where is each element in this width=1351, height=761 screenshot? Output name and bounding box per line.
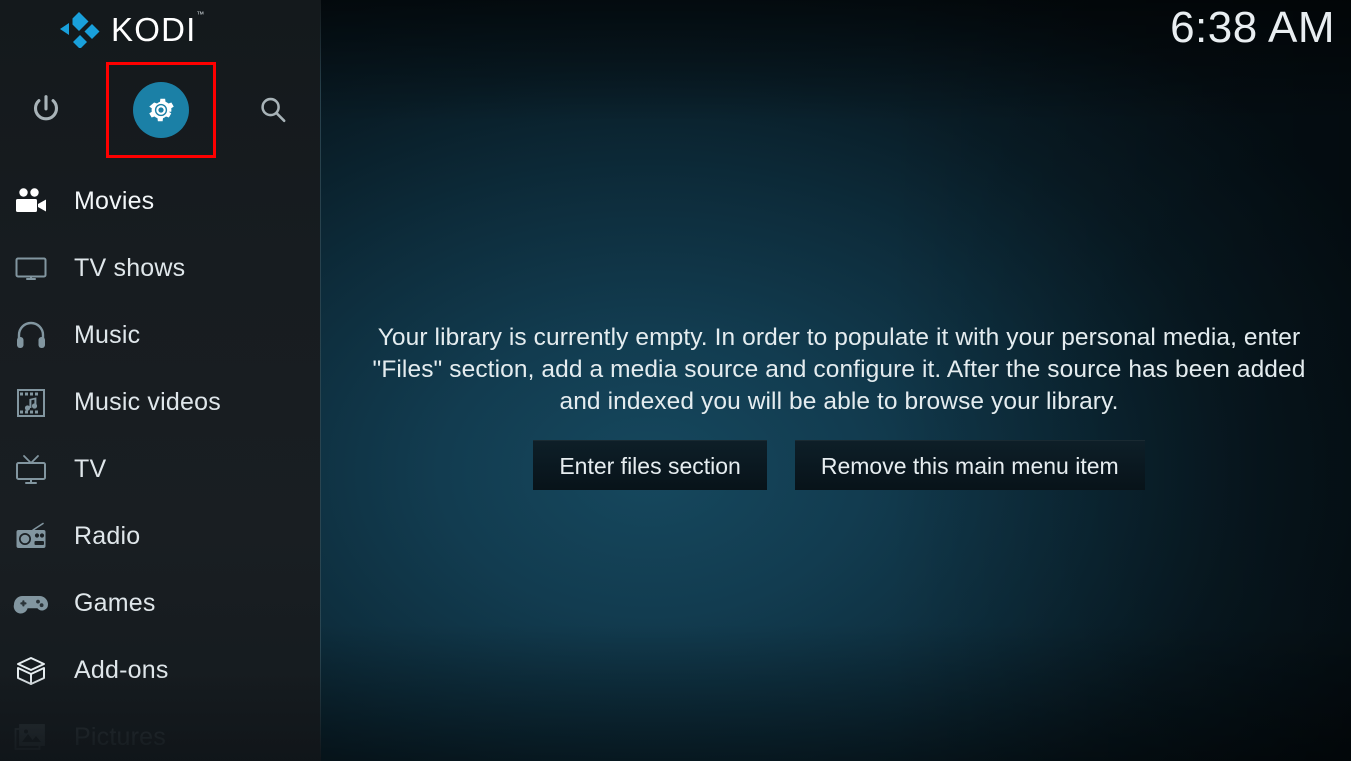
trademark-symbol: ™ [196, 9, 206, 19]
sidebar-item-label: Music [74, 321, 141, 349]
sidebar-item-label: TV shows [74, 254, 186, 282]
sidebar-item-tv[interactable]: TV [0, 436, 321, 503]
search-icon [261, 97, 286, 123]
sidebar-item-add-ons[interactable]: Add-ons [0, 637, 321, 704]
gamepad-icon [3, 591, 59, 617]
kodi-wordmark-text: KODI [111, 10, 197, 48]
sidebar-item-label: Music videos [74, 388, 221, 416]
sidebar-item-label: Pictures [74, 723, 166, 751]
sidebar-item-label: Movies [74, 187, 155, 215]
television-icon [3, 254, 59, 284]
kodi-logo-mark [60, 12, 100, 48]
power-button[interactable] [0, 62, 94, 158]
sidebar-item-label: Add-ons [74, 656, 169, 684]
tv-antenna-icon [3, 454, 59, 486]
sidebar-item-label: Radio [74, 522, 141, 550]
enter-files-section-button[interactable]: Enter files section [533, 440, 767, 490]
sidebar-item-tv-shows[interactable]: TV shows [0, 235, 321, 302]
empty-library-message: Your library is currently empty. In orde… [372, 324, 1306, 415]
radio-icon [3, 522, 59, 552]
settings-button[interactable] [113, 62, 209, 158]
sidebar-item-radio[interactable]: Radio [0, 503, 321, 570]
gear-icon [149, 98, 174, 122]
clock: 6:38 AM [1170, 3, 1335, 52]
remove-main-menu-item-button[interactable]: Remove this main menu item [794, 440, 1145, 490]
picture-icon [3, 723, 59, 753]
kodi-wordmark: KODI ™ [111, 10, 204, 48]
sidebar-item-movies[interactable]: Movies [0, 168, 321, 235]
sidebar: KODI ™ Movies TV shows Music Music video… [0, 0, 321, 761]
sidebar-item-label: Games [74, 589, 156, 617]
film-strip-music-icon [3, 387, 59, 419]
headphones-icon [3, 321, 59, 351]
settings-circle [133, 82, 189, 138]
kodi-logo: KODI ™ [60, 8, 204, 50]
sidebar-item-label: TV [74, 455, 107, 483]
empty-library-actions: Enter files section Remove this main men… [350, 440, 1328, 490]
sidebar-item-pictures[interactable]: Pictures [0, 704, 321, 761]
empty-library-panel: Your library is currently empty. In orde… [350, 322, 1328, 490]
open-box-icon [3, 656, 59, 686]
power-icon [33, 95, 59, 121]
sidebar-item-games[interactable]: Games [0, 570, 321, 637]
sidebar-item-music-videos[interactable]: Music videos [0, 369, 321, 436]
movie-camera-icon [3, 187, 59, 217]
kodi-home-screen: KODI ™ Movies TV shows Music Music video… [0, 0, 1351, 761]
search-button[interactable] [225, 62, 321, 158]
top-action-bar [0, 62, 321, 158]
main-menu: Movies TV shows Music Music videos TV Ra… [0, 168, 321, 761]
sidebar-item-music[interactable]: Music [0, 302, 321, 369]
